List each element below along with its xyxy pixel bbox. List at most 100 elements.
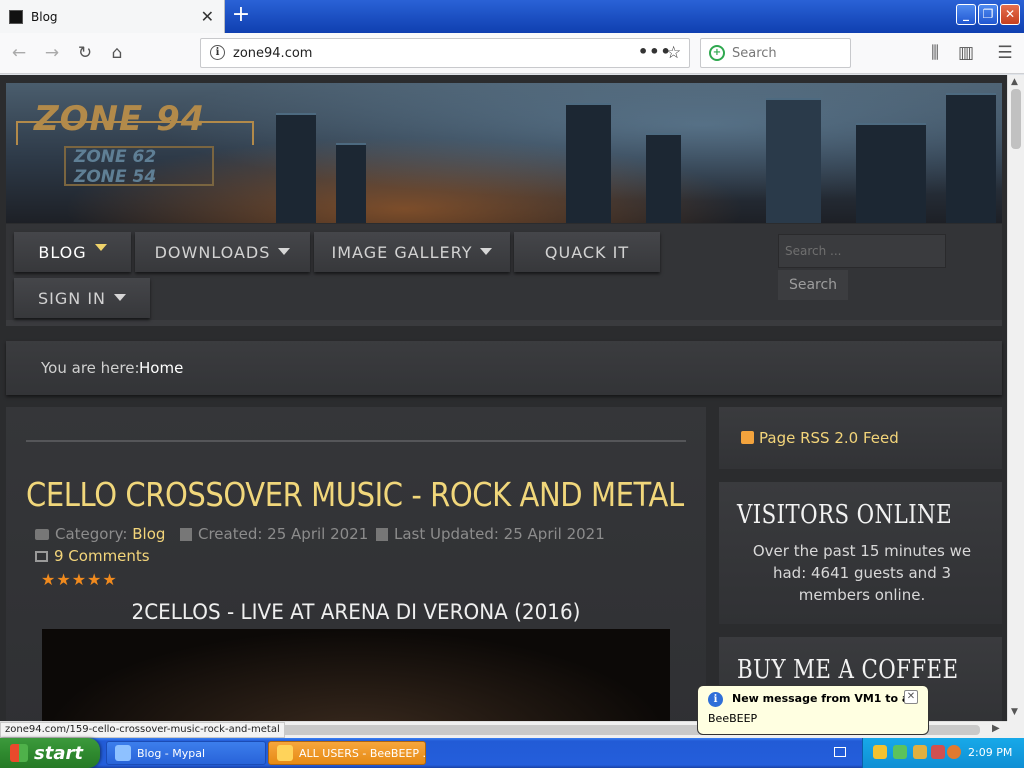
scroll-down-icon[interactable]: ▼ (1011, 707, 1018, 717)
rating-stars[interactable]: ★★★★★ (41, 570, 118, 589)
tab-title: Blog (31, 9, 58, 24)
maximize-button[interactable]: ❐ (978, 4, 998, 25)
sidebar-toggle-icon[interactable]: ▥ (955, 42, 977, 64)
banner-building (646, 133, 681, 223)
banner-building (856, 123, 926, 223)
chevron-down-icon (114, 293, 126, 301)
chevron-down-icon (278, 247, 291, 255)
chevron-down-icon (480, 247, 493, 255)
task-label: ALL USERS - BeeBEEP ... (299, 746, 426, 760)
site-search-button[interactable]: Search (778, 270, 848, 300)
home-icon[interactable]: ⌂ (106, 42, 128, 64)
close-tab-icon[interactable]: ✕ (201, 7, 214, 26)
browser-toolbar: ← → ↻ ⌂ i zone94.com ••• ☆ + Search ⫼ ▥ … (0, 33, 1024, 74)
logo-main-text: ZONE 94 (34, 99, 206, 139)
task-label: Blog - Mypal (137, 746, 206, 760)
bookmark-star-icon[interactable]: ☆ (666, 43, 681, 63)
address-bar[interactable]: i zone94.com ••• ☆ (200, 38, 690, 68)
tab-blog[interactable]: Blog ✕ (0, 0, 225, 33)
start-button[interactable]: start (0, 738, 100, 768)
menu-item-label: IMAGE GALLERY (331, 242, 473, 262)
clock[interactable]: 2:09 PM (968, 746, 1012, 759)
logo-sub-text: ZONE 62 ZONE 54 (74, 147, 156, 187)
article-subtitle: 2CELLOS - LIVE AT ARENA DI VERONA (2016) (131, 600, 581, 624)
scrollbar-corner (1007, 721, 1024, 738)
beebeep-tray-icon[interactable] (913, 745, 927, 759)
vertical-scrollbar[interactable]: ▲ ▼ (1007, 75, 1024, 721)
created-date: Created: 25 April 2021 (198, 525, 369, 543)
minimize-button[interactable]: _ (956, 4, 976, 25)
close-icon[interactable]: ✕ (904, 690, 918, 704)
system-tray: 2:09 PM (862, 738, 1024, 768)
article-panel: CELLO CROSSOVER MUSIC - ROCK AND METAL C… (6, 407, 706, 721)
site-logo[interactable]: ZONE 94 ZONE 62 ZONE 54 (16, 91, 254, 191)
main-menu: BLOG DOWNLOADS IMAGE GALLERY QUACK IT SI… (6, 224, 1002, 326)
article-title[interactable]: CELLO CROSSOVER MUSIC - ROCK AND METAL (26, 475, 684, 514)
rss-panel: Page RSS 2.0 Feed (719, 407, 1002, 469)
keyboard-icon[interactable] (834, 747, 846, 757)
banner-building (276, 113, 316, 223)
comments-link[interactable]: 9 Comments (54, 547, 150, 565)
visitors-panel: VISITORS ONLINE Over the past 15 minutes… (719, 482, 1002, 624)
rss-link[interactable]: Page RSS 2.0 Feed (759, 429, 899, 447)
back-icon[interactable]: ← (8, 42, 30, 64)
info-icon: i (708, 692, 723, 707)
security-icon[interactable] (931, 745, 945, 759)
folder-icon (35, 529, 49, 540)
menu-item-sign-in[interactable]: SIGN IN (14, 278, 150, 318)
start-label: start (34, 742, 83, 764)
notification-body: BeeBEEP (708, 712, 758, 725)
site-banner: ZONE 94 ZONE 62 ZONE 54 (6, 83, 1002, 223)
new-tab-button[interactable]: + (229, 4, 253, 28)
video-player[interactable] (42, 629, 670, 721)
menu-item-blog[interactable]: BLOG (14, 232, 131, 272)
article-comments: 9 Comments (35, 547, 150, 565)
visitors-heading: VISITORS ONLINE (737, 500, 953, 530)
close-window-button[interactable]: ✕ (1000, 4, 1020, 25)
updated-date: Last Updated: 25 April 2021 (394, 525, 605, 543)
comment-icon (35, 551, 48, 562)
forward-icon[interactable]: → (41, 42, 63, 64)
search-engine-icon[interactable]: + (709, 45, 725, 61)
notification-balloon[interactable]: i New message from VM1 to all BeeBEEP ✕ (697, 685, 929, 735)
library-icon[interactable]: ⫼ (924, 42, 946, 64)
browser-tab-strip: Blog ✕ + _ ❐ ✕ (0, 0, 1024, 33)
banner-building (336, 143, 366, 223)
calendar-icon (180, 528, 192, 541)
category-label: Category: (55, 525, 128, 543)
menu-item-downloads[interactable]: DOWNLOADS (135, 232, 310, 272)
scroll-right-icon[interactable]: ▶ (992, 723, 1000, 734)
chevron-down-icon (94, 243, 107, 251)
taskbar-item-browser[interactable]: Blog - Mypal (106, 741, 266, 765)
search-icon[interactable] (947, 745, 961, 759)
browser-search-placeholder: Search (732, 46, 777, 61)
site-info-icon[interactable]: i (210, 45, 225, 60)
url-text[interactable]: zone94.com (233, 46, 312, 61)
article-category: Category: Blog (35, 525, 165, 543)
scroll-thumb[interactable] (1011, 89, 1021, 149)
coffee-heading: BUY ME A COFFEE (737, 655, 959, 685)
banner-building (766, 98, 821, 223)
web-page: ZONE 94 ZONE 62 ZONE 54 BLOG DOWNLOADS I… (0, 75, 1007, 721)
browser-search-input[interactable]: + Search (700, 38, 851, 68)
menu-item-quack-it[interactable]: QUACK IT (514, 232, 660, 272)
menu-icon[interactable]: ☰ (994, 42, 1016, 64)
article-updated: Last Updated: 25 April 2021 (376, 525, 605, 543)
breadcrumb-home-link[interactable]: Home (139, 359, 183, 377)
site-search-input[interactable]: Search ... (778, 234, 946, 268)
category-link[interactable]: Blog (132, 525, 165, 543)
shield-icon[interactable] (873, 745, 887, 759)
network-icon[interactable] (893, 745, 907, 759)
banner-building (566, 103, 611, 223)
notification-title: New message from VM1 to all (732, 692, 917, 705)
scroll-up-icon[interactable]: ▲ (1011, 77, 1018, 87)
beebeep-app-icon (277, 745, 293, 761)
status-url: zone94.com/159-cello-crossover-music-roc… (0, 722, 285, 738)
menu-item-image-gallery[interactable]: IMAGE GALLERY (314, 232, 510, 272)
taskbar-item-beebeep[interactable]: ALL USERS - BeeBEEP ... (268, 741, 426, 765)
reload-icon[interactable]: ↻ (74, 42, 96, 64)
breadcrumb: You are here: Home (6, 341, 1002, 395)
visitors-text: Over the past 15 minutes we had: 4641 gu… (752, 542, 972, 604)
menu-item-label: DOWNLOADS (154, 242, 271, 262)
article-created: Created: 25 April 2021 (180, 525, 368, 543)
